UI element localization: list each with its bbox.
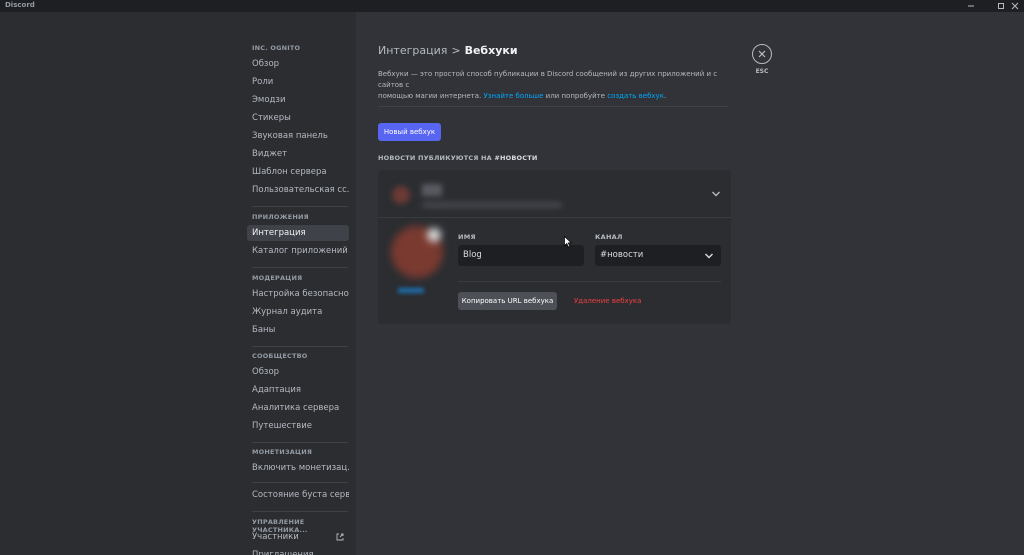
card-divider bbox=[458, 281, 721, 282]
sidebar-item-widget[interactable]: Виджет bbox=[247, 146, 349, 162]
sidebar-item-bans[interactable]: Баны bbox=[247, 322, 349, 338]
chevron-down-icon[interactable] bbox=[711, 190, 721, 198]
divider bbox=[378, 106, 728, 107]
sidebar-item-server-template[interactable]: Шаблон сервера bbox=[247, 164, 349, 180]
sidebar-item-enable-monetization[interactable]: Включить монетизац... bbox=[247, 460, 349, 476]
main-content: Интеграция > Вебхуки Вебхуки — это простой… bbox=[356, 12, 1024, 555]
sidebar-item-soundboard[interactable]: Звуковая панель bbox=[247, 128, 349, 144]
sidebar-item-boost-status[interactable]: Состояние буста сервера bbox=[247, 487, 349, 503]
title-bar: Discord bbox=[0, 0, 1024, 12]
minimize-icon bbox=[968, 5, 974, 7]
sidebar-item-roles[interactable]: Роли bbox=[247, 74, 349, 90]
sidebar-item-safety-setup[interactable]: Настройка безопасно... bbox=[247, 286, 349, 302]
page-title: Вебхуки bbox=[464, 44, 518, 57]
channel-select[interactable]: #новости bbox=[595, 245, 721, 266]
sidebar-divider bbox=[252, 482, 348, 483]
sidebar-header-server: INC. OGNITO bbox=[252, 44, 301, 52]
maximize-button[interactable] bbox=[994, 0, 1008, 12]
chevron-down-icon bbox=[705, 253, 713, 259]
close-window-button[interactable] bbox=[1008, 0, 1022, 12]
breadcrumb-parent[interactable]: Интеграция bbox=[378, 44, 447, 57]
webhook-name-input[interactable]: Blog bbox=[458, 245, 584, 266]
blurred-avatar-link bbox=[398, 288, 424, 293]
close-icon bbox=[1011, 2, 1019, 10]
sidebar-item-members[interactable]: Участники bbox=[247, 529, 349, 545]
sidebar-header-apps: ПРИЛОЖЕНИЯ bbox=[252, 213, 309, 221]
sidebar-item-integrations[interactable]: Интеграция bbox=[247, 225, 349, 241]
close-icon bbox=[758, 50, 766, 58]
sidebar-item-app-directory[interactable]: Каталог приложений bbox=[247, 243, 349, 259]
settings-sidebar: INC. OGNITO Обзор Роли Эмодзи Стикеры Зв… bbox=[0, 12, 356, 555]
new-webhook-button[interactable]: Новый вебхук bbox=[378, 123, 441, 141]
sidebar-item-server-insights[interactable]: Аналитика сервера bbox=[247, 400, 349, 416]
app-name: Discord bbox=[5, 1, 35, 9]
channel-select-value: #новости bbox=[600, 250, 644, 260]
sidebar-item-emoji[interactable]: Эмодзи bbox=[247, 92, 349, 108]
description-mid: или попробуйте bbox=[543, 92, 608, 100]
sidebar-item-custom-link[interactable]: Пользовательская сс... bbox=[247, 182, 349, 198]
sidebar-divider bbox=[252, 206, 348, 207]
sidebar-item-invites[interactable]: Приглашения bbox=[247, 547, 349, 555]
maximize-icon bbox=[998, 3, 1004, 9]
delete-webhook-button[interactable]: Удаление вебхука bbox=[574, 292, 641, 310]
sidebar-divider bbox=[252, 511, 348, 512]
sidebar-item-members-label: Участники bbox=[252, 532, 299, 542]
sidebar-divider bbox=[252, 346, 348, 347]
sidebar-item-overview[interactable]: Обзор bbox=[247, 56, 349, 72]
description-line-1: Вебхуки — это простой способ публикации … bbox=[378, 70, 718, 89]
sidebar-item-stickers[interactable]: Стикеры bbox=[247, 110, 349, 126]
webhook-card: ИМЯ Blog КАНАЛ #новости Копировать URL в… bbox=[378, 170, 731, 324]
channel-section-label: НОВОСТИ ПУБЛИКУЮТСЯ НА #НОВОСТИ bbox=[378, 154, 538, 162]
sidebar-item-community-overview[interactable]: Обзор bbox=[247, 364, 349, 380]
create-webhook-link[interactable]: создать вебхук bbox=[607, 92, 664, 100]
sidebar-item-onboarding[interactable]: Адаптация bbox=[247, 382, 349, 398]
copy-webhook-url-button[interactable]: Копировать URL вебхука bbox=[458, 292, 557, 310]
description-end: . bbox=[663, 92, 667, 100]
mouse-cursor-icon bbox=[564, 236, 572, 248]
learn-more-link[interactable]: Узнайте больше bbox=[484, 92, 544, 100]
section-label-channel: #НОВОСТИ bbox=[494, 154, 538, 162]
esc-label: ESC bbox=[755, 68, 769, 75]
sidebar-header-community: СООБЩЕСТВО bbox=[252, 352, 308, 360]
webhooks-description: Вебхуки — это простой способ публикации … bbox=[378, 69, 728, 102]
sidebar-header-moderation: МОДЕРАЦИЯ bbox=[252, 274, 303, 282]
webhook-avatar[interactable] bbox=[391, 226, 443, 278]
minimize-button[interactable] bbox=[964, 0, 978, 12]
blurred-webhook-header[interactable] bbox=[388, 184, 568, 208]
sidebar-item-discovery[interactable]: Путешествие bbox=[247, 418, 349, 434]
sidebar-divider bbox=[252, 442, 348, 443]
section-label-prefix: НОВОСТИ ПУБЛИКУЮТСЯ НА bbox=[378, 154, 495, 162]
sidebar-item-audit-log[interactable]: Журнал аудита bbox=[247, 304, 349, 320]
breadcrumb-separator: > bbox=[451, 44, 461, 57]
name-label: ИМЯ bbox=[458, 233, 476, 241]
close-settings-button[interactable] bbox=[752, 44, 772, 64]
sidebar-divider bbox=[252, 267, 348, 268]
card-divider bbox=[378, 217, 731, 218]
description-line-2-prefix: помощью магии интернета. bbox=[378, 92, 484, 100]
sidebar-header-monetization: МОНЕТИЗАЦИЯ bbox=[252, 448, 313, 456]
breadcrumb: Интеграция > Вебхуки bbox=[378, 44, 518, 57]
channel-label: КАНАЛ bbox=[595, 233, 623, 241]
external-link-icon bbox=[336, 533, 344, 541]
